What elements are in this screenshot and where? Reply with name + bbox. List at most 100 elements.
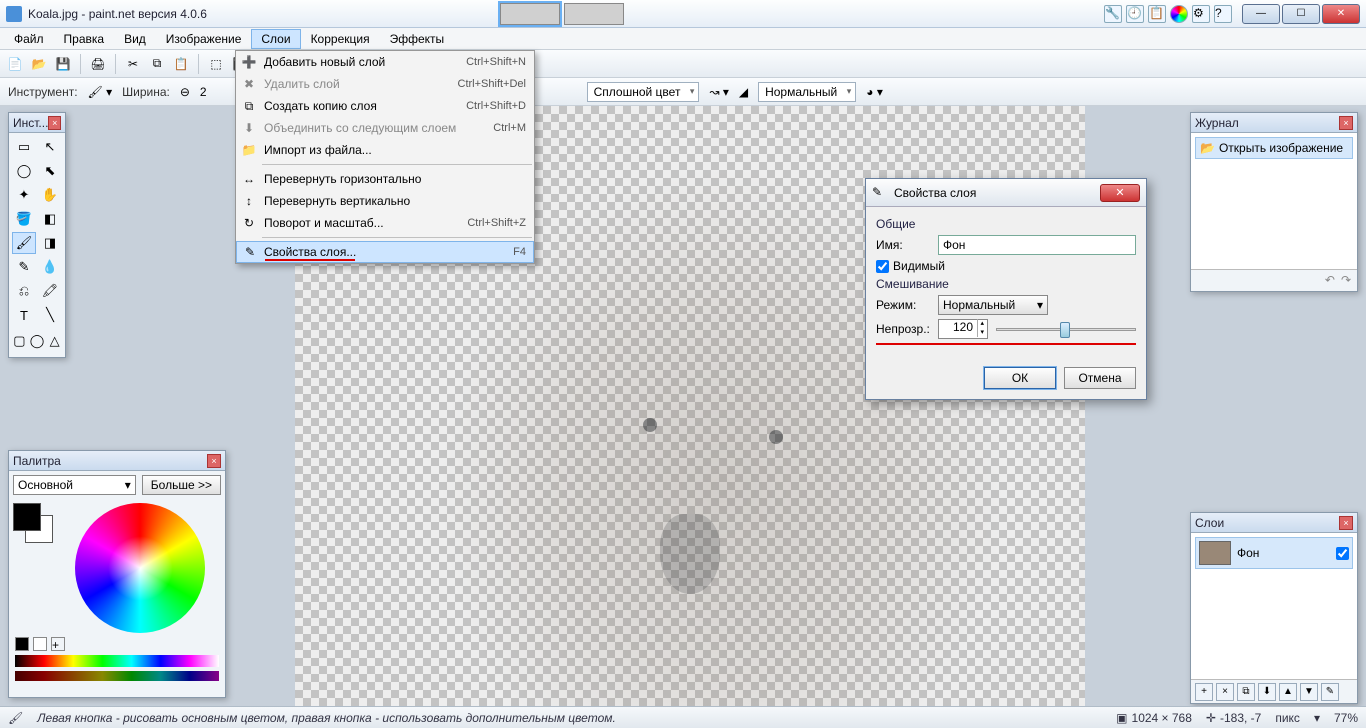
eraser-tool[interactable]: ◨ xyxy=(38,232,62,254)
status-zoom[interactable]: 77% xyxy=(1334,711,1358,725)
redo-icon[interactable]: ↷ xyxy=(1341,273,1351,287)
color-mode-combo[interactable]: Основной xyxy=(13,475,136,495)
layer-row[interactable]: Фон xyxy=(1195,537,1353,569)
pan-tool[interactable]: ✋ xyxy=(38,184,62,206)
dd-flip-v[interactable]: ↕Перевернуть вертикально xyxy=(236,190,534,212)
tool-window-icon[interactable]: 🔧 xyxy=(1104,5,1122,23)
fill-combo[interactable]: Сплошной цвет xyxy=(587,82,700,102)
layers-window-icon[interactable]: 📋 xyxy=(1148,5,1166,23)
new-icon[interactable]: 📄 xyxy=(4,53,26,75)
text-tool[interactable]: T xyxy=(12,304,36,326)
default-colors-icon[interactable] xyxy=(33,637,47,651)
picker-tool[interactable]: 💧 xyxy=(38,256,62,278)
add-layer-icon[interactable]: + xyxy=(1195,683,1213,701)
wand-tool[interactable]: ✦ xyxy=(12,184,36,206)
settings-icon[interactable]: ⚙ xyxy=(1192,5,1210,23)
width-value[interactable]: 2 xyxy=(200,85,207,99)
document-thumbnails xyxy=(500,3,624,25)
help-icon[interactable]: ? xyxy=(1214,5,1232,23)
more-button[interactable]: Больше >> xyxy=(142,475,221,495)
crop-icon[interactable]: ⬚ xyxy=(205,53,227,75)
dialog-titlebar[interactable]: ✎ Свойства слоя ✕ xyxy=(866,179,1146,207)
close-icon[interactable]: × xyxy=(48,116,61,130)
visible-label: Видимый xyxy=(893,259,945,273)
history-item[interactable]: 📂Открыть изображение xyxy=(1195,137,1353,159)
brush-tool[interactable]: 🖌 xyxy=(12,232,36,254)
undo-icon[interactable]: ↶ xyxy=(1325,273,1335,287)
dialog-close-button[interactable]: ✕ xyxy=(1100,184,1140,202)
color-swatch[interactable] xyxy=(13,503,53,543)
close-button[interactable]: ✕ xyxy=(1322,4,1360,24)
dd-import-file[interactable]: 📁Импорт из файла... xyxy=(236,139,534,161)
move-selection-tool[interactable]: ⬉ xyxy=(38,160,62,182)
close-icon[interactable]: × xyxy=(1339,516,1353,530)
line-tool[interactable]: ╲ xyxy=(38,304,62,326)
menu-edit[interactable]: Правка xyxy=(54,29,115,49)
section-blend: Смешивание xyxy=(876,277,1136,291)
menu-effects[interactable]: Эффекты xyxy=(380,29,455,49)
layer-props-icon[interactable]: ✎ xyxy=(1321,683,1339,701)
duplicate-layer-icon[interactable]: ⧉ xyxy=(1237,683,1255,701)
fill-tool[interactable]: 🪣 xyxy=(12,208,36,230)
move-up-icon[interactable]: ▲ xyxy=(1279,683,1297,701)
dd-rotate-zoom[interactable]: ↻Поворот и масштаб...Ctrl+Shift+Z xyxy=(236,212,534,234)
cut-icon[interactable]: ✂ xyxy=(122,53,144,75)
dd-flip-h[interactable]: ↔Перевернуть горизонтально xyxy=(236,168,534,190)
rect-select-tool[interactable]: ▭ xyxy=(12,136,36,158)
name-field[interactable] xyxy=(938,235,1136,255)
width-label: Ширина: xyxy=(122,85,170,99)
menu-layers[interactable]: Слои xyxy=(251,29,300,49)
blend-combo[interactable]: Нормальный xyxy=(758,82,856,102)
move-down-icon[interactable]: ▼ xyxy=(1300,683,1318,701)
width-dec-icon[interactable]: ⊖ xyxy=(180,85,190,99)
menu-file[interactable]: Файл xyxy=(4,29,54,49)
save-icon[interactable]: 💾 xyxy=(52,53,74,75)
move-tool[interactable]: ↖ xyxy=(38,136,62,158)
ok-button[interactable]: ОК xyxy=(984,367,1056,389)
dd-add-layer[interactable]: ➕Добавить новый слойCtrl+Shift+N xyxy=(236,51,534,73)
opacity-stepper[interactable]: 120 xyxy=(938,319,988,339)
aa-icon[interactable]: ◢ xyxy=(739,85,748,99)
visible-checkbox[interactable] xyxy=(876,260,889,273)
cancel-button[interactable]: Отмена xyxy=(1064,367,1136,389)
status-units[interactable]: пикс xyxy=(1275,711,1300,725)
brush-icon[interactable]: 🖌 ▾ xyxy=(88,85,113,99)
menu-image[interactable]: Изображение xyxy=(156,29,252,49)
color-strip-dark[interactable] xyxy=(15,671,219,681)
add-swatch-icon[interactable]: + xyxy=(51,637,65,651)
close-icon[interactable]: × xyxy=(207,454,221,468)
print-icon[interactable]: 🖨 xyxy=(87,53,109,75)
history-window-icon[interactable]: 🕘 xyxy=(1126,5,1144,23)
pencil-tool[interactable]: ✎ xyxy=(12,256,36,278)
paste-icon[interactable]: 📋 xyxy=(170,53,192,75)
layer-visible-checkbox[interactable] xyxy=(1336,547,1349,560)
dd-duplicate-layer[interactable]: ⧉Создать копию слояCtrl+Shift+D xyxy=(236,95,534,117)
clone-tool[interactable]: ⎌ xyxy=(12,280,36,302)
color-wheel[interactable] xyxy=(75,503,205,633)
dd-layer-properties[interactable]: ✎Свойства слоя...F4 xyxy=(236,241,534,263)
maximize-button[interactable]: ☐ xyxy=(1282,4,1320,24)
curve-icon[interactable]: ↝ ▾ xyxy=(709,85,728,99)
color-strip[interactable] xyxy=(15,655,219,667)
lasso-tool[interactable]: ◯ xyxy=(12,160,36,182)
freeform-shape-tool[interactable]: △ xyxy=(47,330,62,352)
delete-layer-icon[interactable]: × xyxy=(1216,683,1234,701)
colors-window-icon[interactable] xyxy=(1170,5,1188,23)
gradient-tool[interactable]: ◧ xyxy=(38,208,62,230)
minimize-button[interactable]: — xyxy=(1242,4,1280,24)
mode-combo[interactable]: Нормальный xyxy=(938,295,1048,315)
opacity-slider[interactable] xyxy=(996,320,1136,338)
merge-layer-icon[interactable]: ⬇ xyxy=(1258,683,1276,701)
menu-adjust[interactable]: Коррекция xyxy=(301,29,380,49)
recolor-tool[interactable]: 🖍 xyxy=(38,280,62,302)
open-icon[interactable]: 📂 xyxy=(28,53,50,75)
doc-thumb-1[interactable] xyxy=(500,3,560,25)
ellipse-shape-tool[interactable]: ◯ xyxy=(29,330,46,352)
close-icon[interactable]: × xyxy=(1339,116,1353,130)
rect-shape-tool[interactable]: ▢ xyxy=(12,330,27,352)
doc-thumb-2[interactable] xyxy=(564,3,624,25)
copy-icon[interactable]: ⧉ xyxy=(146,53,168,75)
layer-blend-icon[interactable]: ◕ ▾ xyxy=(866,85,883,99)
menu-view[interactable]: Вид xyxy=(114,29,156,49)
swap-colors-icon[interactable] xyxy=(15,637,29,651)
